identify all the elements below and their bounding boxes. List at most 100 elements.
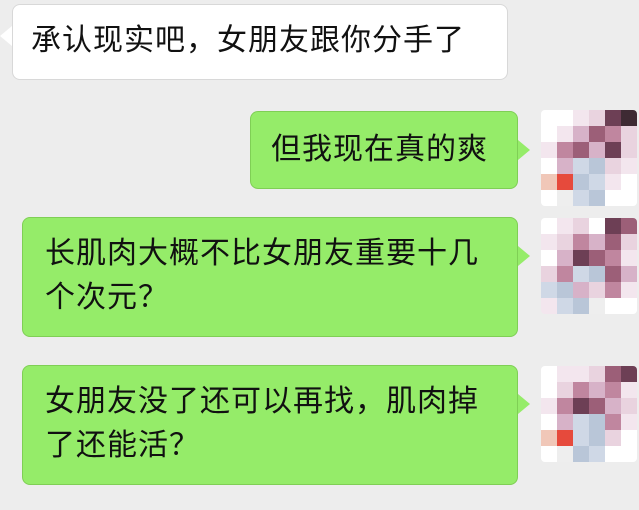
avatar-pixel (573, 190, 589, 206)
avatar-pixel (589, 218, 605, 234)
avatar-pixel (589, 266, 605, 282)
avatar-pixel (605, 430, 621, 446)
avatar-pixel (557, 430, 573, 446)
avatar-pixel (589, 430, 605, 446)
avatar-pixel (605, 266, 621, 282)
avatar-pixel (589, 366, 605, 382)
message-text: 女朋友没了还可以再找，肌肉掉了还能活？ (45, 384, 479, 463)
avatar-pixel (557, 234, 573, 250)
avatar-pixel (541, 142, 557, 158)
avatar-pixel (605, 110, 621, 126)
avatar[interactable] (541, 110, 637, 206)
avatar-pixel (573, 158, 589, 174)
avatar-pixel (589, 298, 605, 314)
avatar-pixel (621, 398, 637, 414)
avatar-pixel (573, 446, 589, 462)
avatar-pixel (573, 250, 589, 266)
avatar-pixel (541, 174, 557, 190)
avatar[interactable] (541, 366, 637, 462)
avatar-pixel (541, 382, 557, 398)
avatar-pixel (541, 234, 557, 250)
avatar-pixel (621, 190, 637, 206)
avatar-pixel (541, 218, 557, 234)
avatar-pixel (557, 158, 573, 174)
avatar-pixel (541, 266, 557, 282)
avatar-pixel (605, 174, 621, 190)
avatar-pixel (573, 282, 589, 298)
avatar-pixel (541, 446, 557, 462)
avatar-pixel (589, 234, 605, 250)
avatar-pixel (589, 126, 605, 142)
avatar-pixel (605, 190, 621, 206)
avatar-pixel (589, 110, 605, 126)
avatar-pixel (573, 110, 589, 126)
message-bubble[interactable]: 但我现在真的爽 (250, 111, 518, 189)
avatar-pixel (573, 174, 589, 190)
message-bubble[interactable]: 承认现实吧，女朋友跟你分手了 (12, 4, 508, 80)
avatar-pixel (621, 126, 637, 142)
avatar-pixel (589, 190, 605, 206)
avatar-pixel (541, 126, 557, 142)
avatar-pixel (605, 382, 621, 398)
avatar-pixel (605, 298, 621, 314)
avatar-pixel (589, 250, 605, 266)
avatar-pixel (589, 382, 605, 398)
avatar-pixel (573, 298, 589, 314)
avatar-pixel (541, 398, 557, 414)
avatar-pixel (589, 398, 605, 414)
avatar-pixel (621, 382, 637, 398)
avatar-pixel (605, 234, 621, 250)
avatar-pixel (589, 282, 605, 298)
avatar-pixel (605, 414, 621, 430)
avatar-pixel (605, 446, 621, 462)
avatar-pixel (621, 446, 637, 462)
avatar-pixel (621, 174, 637, 190)
bubble-tail (518, 140, 530, 160)
avatar-pixel (621, 266, 637, 282)
avatar-pixel (621, 282, 637, 298)
avatar-pixel (605, 158, 621, 174)
avatar-pixel (541, 110, 557, 126)
avatar-pixel (557, 174, 573, 190)
avatar[interactable] (541, 218, 637, 314)
avatar-pixel (573, 126, 589, 142)
avatar-pixel (557, 142, 573, 158)
avatar-pixel (541, 250, 557, 266)
avatar-pixel (557, 414, 573, 430)
message-bubble[interactable]: 长肌肉大概不比女朋友重要十几个次元？ (22, 217, 518, 337)
avatar-pixel (573, 398, 589, 414)
avatar-pixel (621, 234, 637, 250)
avatar-pixel (573, 266, 589, 282)
avatar-pixel (573, 366, 589, 382)
avatar-pixel (557, 126, 573, 142)
avatar-pixel (605, 250, 621, 266)
avatar-pixel (541, 366, 557, 382)
avatar-pixel (573, 382, 589, 398)
avatar-pixel (557, 218, 573, 234)
avatar-pixel (621, 250, 637, 266)
avatar-pixel (541, 298, 557, 314)
avatar-pixel (541, 190, 557, 206)
avatar-pixel (557, 398, 573, 414)
avatar-pixel (605, 398, 621, 414)
avatar-pixel (541, 430, 557, 446)
avatar-pixel (605, 126, 621, 142)
avatar-pixel (573, 234, 589, 250)
avatar-pixel (589, 446, 605, 462)
avatar-pixel (557, 298, 573, 314)
message-text: 但我现在真的爽 (271, 132, 488, 167)
avatar-pixel (557, 366, 573, 382)
avatar-pixel (557, 250, 573, 266)
avatar-pixel (573, 142, 589, 158)
message-text: 承认现实吧，女朋友跟你分手了 (31, 23, 465, 58)
avatar-pixel (605, 282, 621, 298)
avatar-pixel (557, 266, 573, 282)
avatar-pixel (621, 142, 637, 158)
avatar-pixel (605, 142, 621, 158)
avatar-pixel (573, 218, 589, 234)
avatar-pixel (621, 110, 637, 126)
avatar-pixel (589, 142, 605, 158)
message-bubble[interactable]: 女朋友没了还可以再找，肌肉掉了还能活？ (22, 365, 518, 485)
avatar-pixel (621, 366, 637, 382)
avatar-pixel (557, 110, 573, 126)
